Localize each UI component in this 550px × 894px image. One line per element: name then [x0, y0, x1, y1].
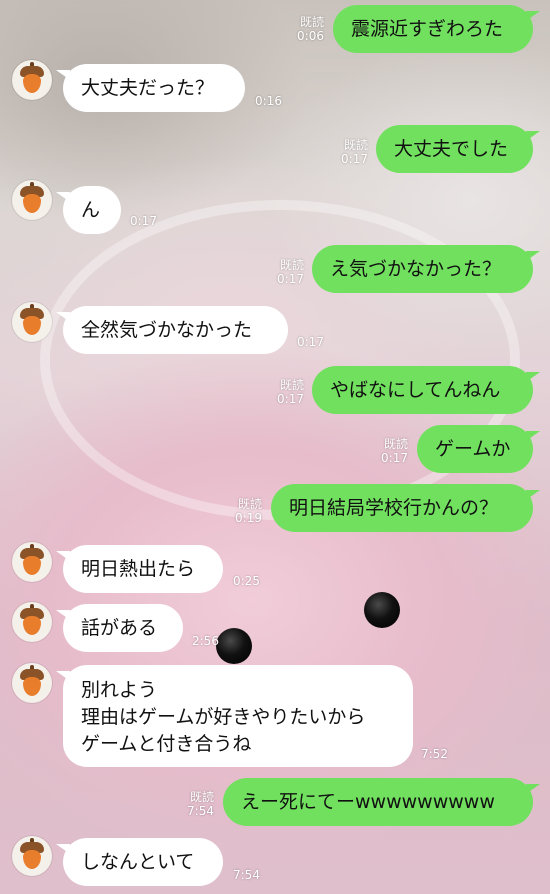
read-receipt: 既読 — [189, 790, 214, 804]
message-meta: 既読 0:17 — [326, 138, 368, 166]
contact-avatar[interactable] — [12, 542, 52, 582]
message-time: 0:25 — [233, 574, 260, 588]
acorn-icon — [20, 62, 44, 94]
message-meta: 既読 0:17 — [262, 378, 304, 406]
read-receipt: 既読 — [279, 378, 304, 392]
contact-avatar[interactable] — [12, 180, 52, 220]
message-time: 7:52 — [421, 747, 448, 761]
message-time: 2:56 — [192, 634, 219, 648]
contact-avatar[interactable] — [12, 663, 52, 703]
message-bubble-outgoing[interactable]: えー死にてーwwwwwwwww — [223, 778, 540, 826]
acorn-icon — [20, 604, 44, 636]
message-bubble-incoming[interactable]: ん — [56, 186, 121, 234]
message-time: 0:16 — [255, 94, 282, 108]
read-receipt: 既読 — [279, 258, 304, 272]
read-receipt: 既読 — [383, 437, 408, 451]
message-bubble-outgoing[interactable]: 震源近すぎわろた — [333, 5, 540, 53]
message-bubble-outgoing[interactable]: え気づかなかった？ — [312, 245, 540, 293]
message-time: 0:17 — [297, 335, 324, 349]
message-bubble-incoming[interactable]: 明日熱出たら — [56, 545, 223, 593]
message-time: 0:06 — [297, 29, 324, 43]
message-bubble-incoming[interactable]: 大丈夫だった？ — [56, 64, 245, 112]
acorn-icon — [20, 182, 44, 214]
message-bubble-incoming[interactable]: 全然気づかなかった — [56, 306, 288, 354]
message-time: 0:17 — [277, 392, 304, 406]
acorn-icon — [20, 304, 44, 336]
message-time: 0:17 — [381, 451, 408, 465]
read-receipt: 既読 — [343, 138, 368, 152]
message-meta: 既読 0:19 — [220, 497, 262, 525]
acorn-icon — [20, 544, 44, 576]
message-bubble-incoming[interactable]: 話がある — [56, 604, 183, 652]
plush-eye-right — [364, 592, 400, 628]
message-line: ゲームと付き合うね — [81, 733, 252, 755]
contact-avatar[interactable] — [12, 602, 52, 642]
message-time: 7:54 — [187, 804, 214, 818]
read-receipt: 既読 — [299, 15, 324, 29]
message-line: 理由はゲームが好きやりたいから — [81, 706, 366, 728]
message-bubble-outgoing[interactable]: やばなにしてんねん — [312, 366, 540, 414]
message-time: 0:19 — [235, 511, 262, 525]
message-bubble-incoming[interactable]: 別れよう 理由はゲームが好きやりたいから ゲームと付き合うね — [56, 665, 413, 767]
acorn-icon — [20, 838, 44, 870]
message-meta: 既読 7:54 — [172, 790, 214, 818]
message-time: 7:54 — [233, 868, 260, 882]
message-meta: 既読 0:17 — [366, 437, 408, 465]
contact-avatar[interactable] — [12, 302, 52, 342]
contact-avatar[interactable] — [12, 60, 52, 100]
acorn-icon — [20, 665, 44, 697]
message-bubble-outgoing[interactable]: 大丈夫でした — [376, 125, 540, 173]
message-meta: 既読 0:17 — [262, 258, 304, 286]
message-time: 0:17 — [277, 272, 304, 286]
message-line: 別れよう — [81, 679, 158, 701]
message-time: 0:17 — [341, 152, 368, 166]
plush-eye-left — [216, 628, 252, 664]
message-time: 0:17 — [130, 214, 157, 228]
read-receipt: 既読 — [237, 497, 262, 511]
message-bubble-outgoing[interactable]: ゲームか — [417, 425, 540, 473]
message-meta: 既読 0:06 — [282, 15, 324, 43]
contact-avatar[interactable] — [12, 836, 52, 876]
message-bubble-incoming[interactable]: しなんといて — [56, 838, 223, 886]
message-bubble-outgoing[interactable]: 明日結局学校行かんの？ — [271, 484, 540, 532]
